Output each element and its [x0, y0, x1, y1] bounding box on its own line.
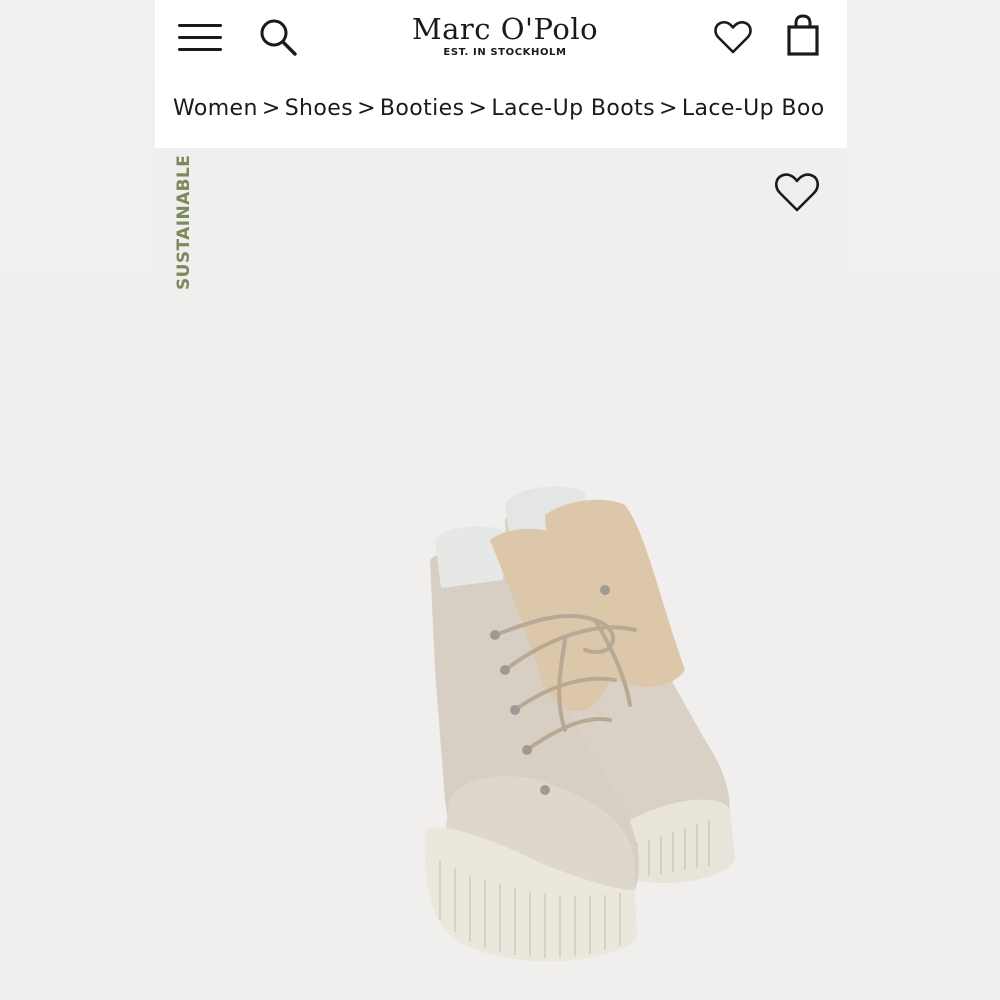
- chevron-right-icon: >: [468, 96, 488, 121]
- heart-icon[interactable]: [712, 16, 754, 58]
- site-header: Marc O'Polo EST. IN STOCKHOLM Women > Shoe…: [155, 0, 847, 148]
- chevron-right-icon: >: [261, 96, 281, 121]
- breadcrumb-item-women[interactable]: Women: [173, 96, 258, 121]
- hamburger-menu-icon[interactable]: [178, 24, 222, 52]
- shopping-bag-icon[interactable]: [785, 14, 821, 58]
- search-icon[interactable]: [257, 16, 299, 58]
- breadcrumb: Women > Shoes > Booties > Lace-Up Boots > Lace-U…: [173, 96, 847, 121]
- brand-name: Marc O'Polo: [411, 12, 599, 46]
- mobile-screen: Marc O'Polo EST. IN STOCKHOLM Women > Shoe…: [155, 0, 847, 1000]
- sustainable-badge: SUSTAINABLE: [174, 154, 194, 290]
- heart-icon[interactable]: [772, 168, 822, 216]
- brand-logo[interactable]: Marc O'Polo EST. IN STOCKHOLM: [377, 12, 633, 58]
- breadcrumb-item-shoes[interactable]: Shoes: [285, 96, 353, 121]
- breadcrumb-item-booties[interactable]: Booties: [380, 96, 465, 121]
- breadcrumb-item-lace-up-boots[interactable]: Lace-Up Boots: [491, 96, 655, 121]
- chevron-right-icon: >: [357, 96, 376, 121]
- breadcrumb-item-current[interactable]: Lace-Up Boo: [682, 96, 825, 121]
- product-image[interactable]: [265, 470, 745, 990]
- background-left: [0, 0, 155, 1000]
- brand-tagline: EST. IN STOCKHOLM: [443, 47, 567, 58]
- chevron-right-icon: >: [658, 96, 678, 121]
- background-right: [847, 0, 1000, 1000]
